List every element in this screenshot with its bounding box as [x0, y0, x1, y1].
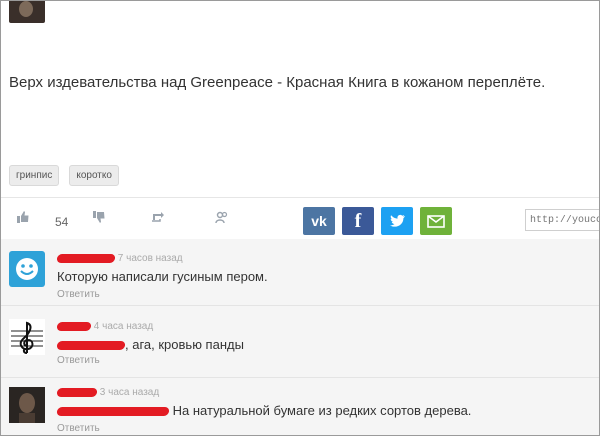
action-bar: 54 vk f — [13, 203, 599, 239]
comment-separator — [1, 305, 599, 306]
author-avatar[interactable] — [9, 1, 45, 23]
comment-time: 4 часа назад — [93, 321, 154, 332]
post-text: Верх издевательства над Greenpeace - Кра… — [9, 74, 546, 91]
comment-header: 3 часа назад — [56, 387, 160, 398]
thumbs-up-icon[interactable] — [17, 211, 29, 223]
comment-time: 7 часов назад — [117, 253, 183, 264]
share-email-button[interactable] — [420, 207, 452, 235]
smiley-avatar-icon — [9, 251, 45, 287]
share-twitter-button[interactable] — [381, 207, 413, 235]
comment-body: , ага, кровью панды — [56, 337, 244, 352]
post-card: Верх издевательства над Greenpeace - Кра… — [0, 0, 600, 436]
facebook-icon: f — [354, 209, 362, 232]
repost-icon[interactable] — [151, 211, 165, 223]
share-facebook-button[interactable]: f — [342, 207, 374, 235]
tag-greenpeace[interactable]: гринпис — [9, 165, 60, 186]
treble-clef-avatar-icon — [9, 319, 45, 355]
photo-avatar-icon — [9, 387, 45, 423]
commenter-avatar[interactable] — [9, 387, 45, 423]
reply-link[interactable]: Ответить — [57, 423, 100, 434]
censored-mention — [56, 341, 126, 351]
comment-body: На натуральной бумаге из редких сортов д… — [56, 403, 472, 418]
users-icon[interactable] — [215, 211, 229, 224]
censored-mention — [56, 407, 170, 417]
commenter-avatar[interactable] — [9, 251, 45, 287]
reply-link[interactable]: Ответить — [57, 289, 100, 300]
comment-text: Которую написали гусиным пером. — [57, 269, 268, 284]
comments-list: 7 часов назад Которую написали гусиным п… — [1, 239, 599, 435]
tag-list: гринпис коротко — [9, 165, 119, 186]
share-url-field[interactable] — [525, 209, 599, 231]
share-vk-button[interactable]: vk — [303, 207, 335, 235]
censored-username — [56, 321, 92, 331]
reply-link[interactable]: Ответить — [57, 355, 100, 366]
divider — [1, 197, 599, 198]
twitter-icon — [389, 214, 405, 227]
censored-username — [56, 387, 98, 397]
vk-icon: vk — [311, 213, 327, 229]
thumbs-down-icon[interactable] — [93, 211, 105, 223]
comment-header: 4 часа назад — [56, 321, 154, 332]
comment-header: 7 часов назад — [56, 253, 183, 264]
tag-short[interactable]: коротко — [69, 165, 119, 186]
commenter-avatar[interactable] — [9, 319, 45, 355]
comment-separator — [1, 377, 599, 378]
envelope-icon — [427, 214, 445, 228]
rating-count: 54 — [55, 215, 69, 229]
comment-time: 3 часа назад — [99, 387, 160, 398]
comment-text: , ага, кровью панды — [125, 337, 244, 352]
censored-username — [56, 253, 116, 263]
comment-text: На натуральной бумаге из редких сортов д… — [172, 403, 472, 418]
